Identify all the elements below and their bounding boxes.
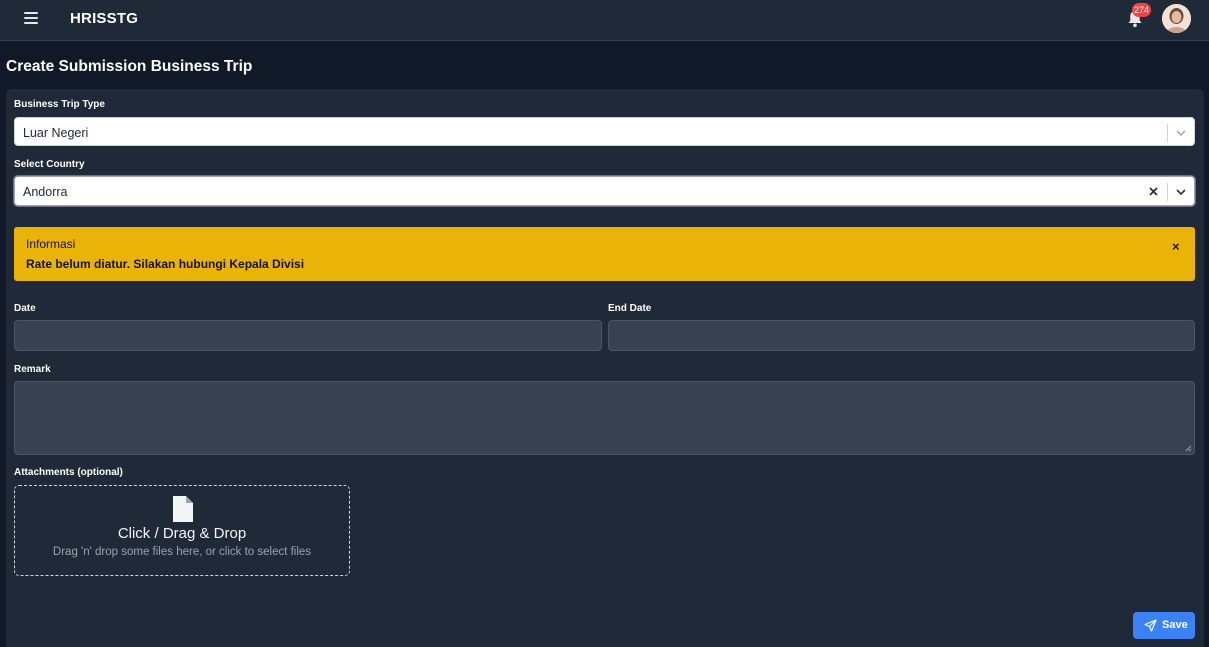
- select-separator: [1167, 183, 1168, 201]
- x-icon[interactable]: [1148, 186, 1159, 197]
- remark-textarea[interactable]: [14, 381, 1195, 455]
- hamburger-icon[interactable]: [24, 12, 38, 26]
- chevron-down-icon[interactable]: [1175, 186, 1187, 198]
- notification-badge: 274: [1132, 3, 1152, 17]
- end-date-label: End Date: [608, 303, 652, 314]
- file-icon: [173, 496, 193, 522]
- attachments-label: Attachments (optional): [14, 467, 123, 478]
- country-label: Select Country: [14, 159, 85, 170]
- dropzone-title: Click / Drag & Drop: [117, 525, 247, 542]
- alert-message: Rate belum diatur. Silakan hubungi Kepal…: [26, 257, 305, 271]
- info-alert: Informasi Rate belum diatur. Silakan hub…: [14, 227, 1195, 281]
- app-brand[interactable]: HRISSTG: [70, 10, 138, 27]
- alert-title: Informasi: [26, 237, 76, 251]
- dropzone-subtitle: Drag 'n' drop some files here, or click …: [52, 546, 312, 558]
- trip-type-label: Business Trip Type: [14, 99, 105, 110]
- alert-close-button[interactable]: ×: [1172, 239, 1180, 254]
- remark-label: Remark: [14, 364, 51, 375]
- trip-type-value: Luar Negeri: [23, 126, 89, 140]
- start-date-label: Date: [14, 303, 36, 314]
- avatar[interactable]: [1162, 4, 1191, 33]
- top-navbar: HRISSTG 274: [0, 0, 1209, 41]
- chevron-down-icon[interactable]: [1175, 127, 1187, 139]
- select-separator: [1167, 124, 1168, 142]
- page-title: Create Submission Business Trip: [6, 58, 253, 75]
- save-button-label: Save: [1162, 619, 1188, 631]
- start-date-input[interactable]: [14, 320, 602, 351]
- country-value: Andorra: [23, 185, 68, 199]
- end-date-input[interactable]: [608, 320, 1195, 351]
- file-dropzone[interactable]: Click / Drag & Drop Drag 'n' drop some f…: [14, 485, 350, 576]
- paper-plane-icon: [1144, 619, 1157, 632]
- resize-handle-icon[interactable]: [1185, 445, 1192, 452]
- trip-type-select[interactable]: Luar Negeri: [14, 117, 1195, 146]
- save-button[interactable]: Save: [1133, 612, 1195, 639]
- country-select[interactable]: Andorra: [14, 176, 1195, 206]
